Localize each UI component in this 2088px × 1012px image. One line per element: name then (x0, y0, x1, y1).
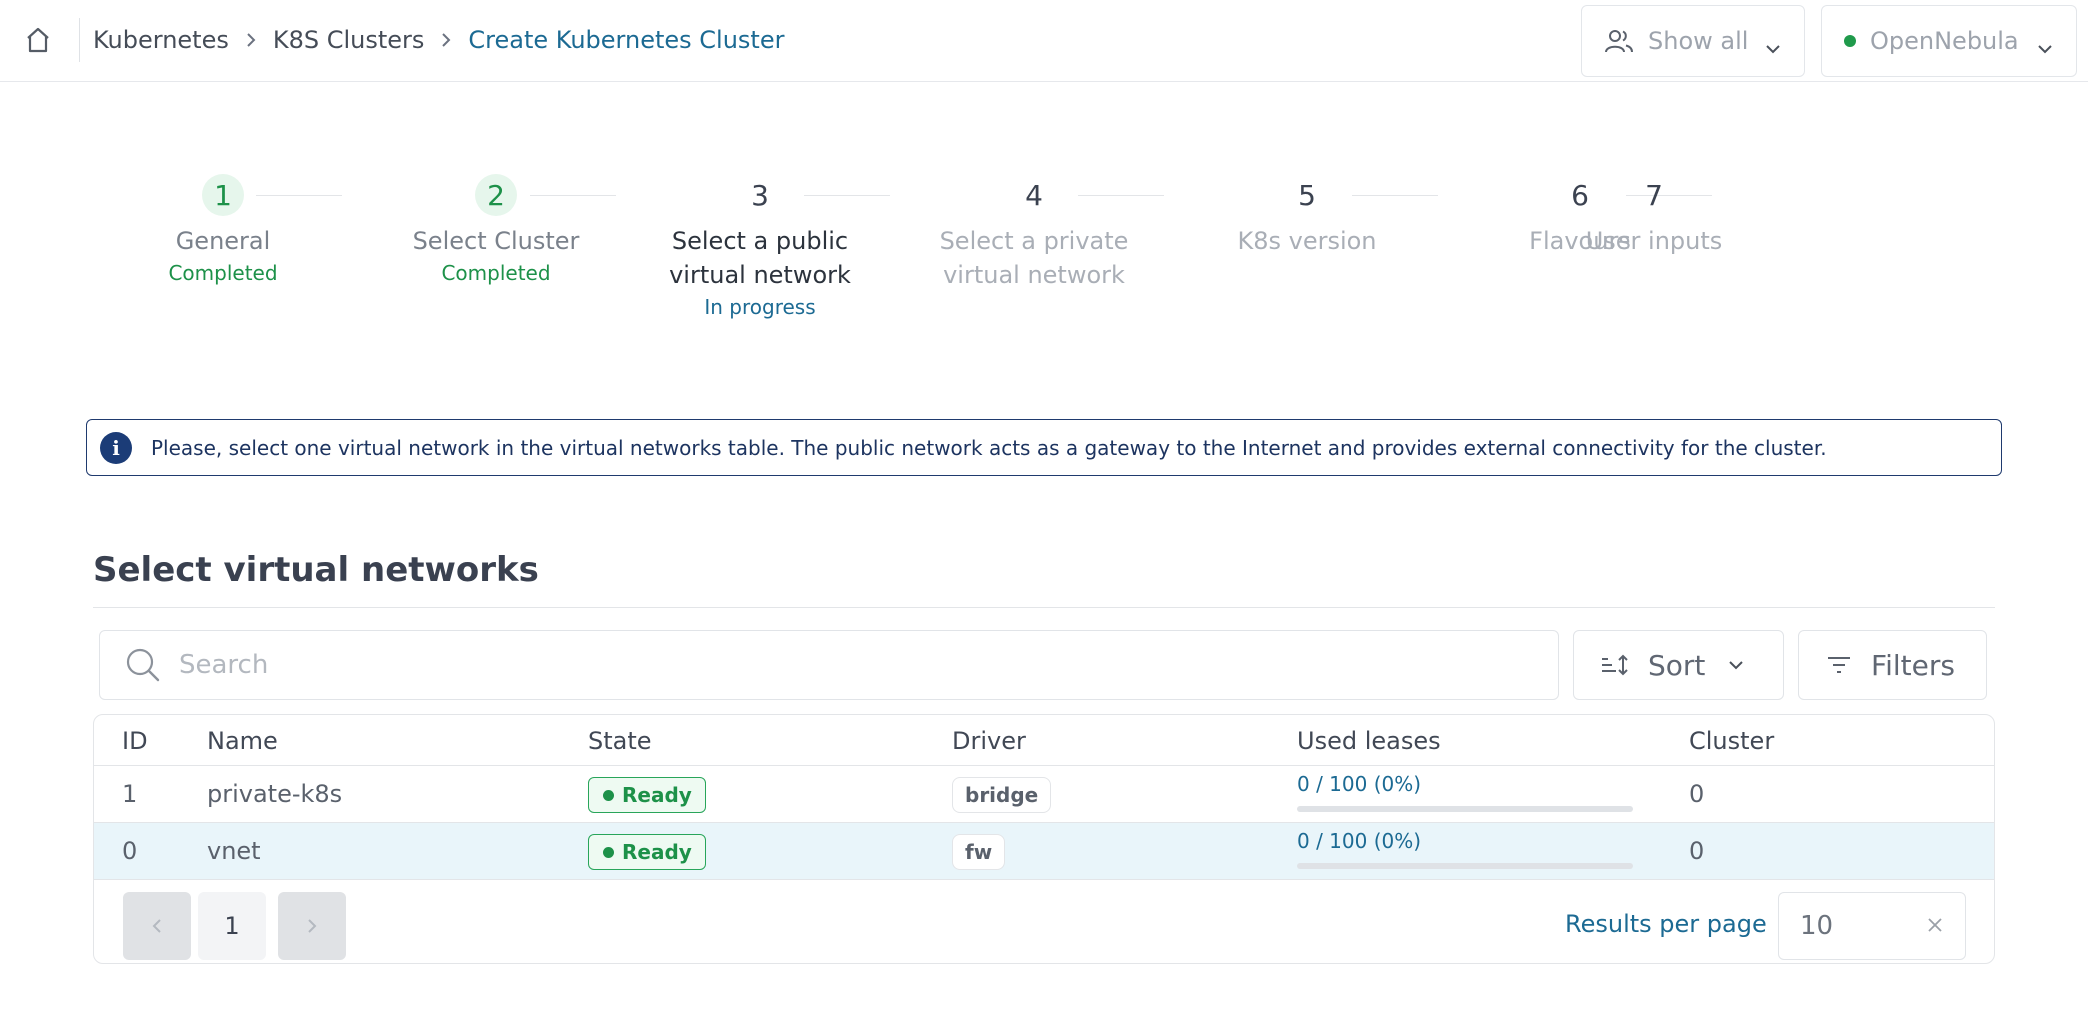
status-label: Ready (622, 783, 692, 807)
pagination: 1 Results per page 10 (94, 880, 1994, 963)
step-k8s-version[interactable]: 5 K8s version (1187, 170, 1427, 258)
step-number: 7 (1645, 178, 1663, 212)
users-icon (1605, 30, 1633, 53)
breadcrumb: Kubernetes K8S Clusters Create Kubernete… (93, 22, 784, 58)
step-select-cluster[interactable]: 2 Select Cluster Completed (376, 170, 616, 286)
column-header-state[interactable]: State (588, 727, 652, 755)
sort-icon (1602, 654, 1628, 676)
step-general[interactable]: 1 General Completed (103, 170, 343, 286)
stepper: 1 General Completed 2 Select Cluster Com… (90, 170, 1774, 330)
section-title: Select virtual networks (93, 550, 539, 590)
results-per-page-label: Results per page (1565, 910, 1767, 938)
cell-name: vnet (207, 837, 261, 865)
step-title: General (175, 227, 271, 255)
divider (93, 607, 1995, 608)
next-page-button[interactable] (278, 892, 346, 960)
used-leases: 0 / 100 (0%) (1297, 829, 1637, 869)
used-leases-text: 0 / 100 (0%) (1297, 829, 1422, 853)
cell-cluster: 0 (1689, 837, 1705, 865)
driver-badge: bridge (952, 777, 1052, 813)
used-leases-text: 0 / 100 (0%) (1297, 772, 1422, 796)
cell-name: private-k8s (207, 780, 343, 808)
step-public-network[interactable]: 3 Select a public virtual network In pro… (650, 170, 870, 320)
filters-label: Filters (1871, 648, 1955, 682)
previous-page-button[interactable] (123, 892, 191, 960)
driver-badge: fw (952, 834, 1006, 870)
step-title: Select a private virtual network (939, 227, 1129, 289)
column-header-cluster[interactable]: Cluster (1689, 727, 1774, 755)
used-leases-bar (1297, 863, 1633, 869)
chevron-right-icon (308, 919, 317, 933)
results-per-page-value: 10 (1800, 911, 1834, 941)
search-icon (126, 648, 160, 682)
home-button[interactable] (20, 22, 56, 58)
chevron-down-icon (1764, 33, 1782, 61)
divider (79, 18, 80, 62)
status-badge: Ready (588, 777, 706, 813)
step-number: 4 (1025, 178, 1043, 212)
status-badge: Ready (588, 834, 706, 870)
virtual-networks-table: ID Name State Driver Used leases Cluster… (93, 714, 1995, 964)
step-number: 5 (1298, 178, 1316, 212)
used-leases: 0 / 100 (0%) (1297, 772, 1637, 812)
page-number-button[interactable]: 1 (198, 892, 266, 960)
chevron-down-icon (2036, 33, 2054, 61)
chevron-down-icon (1727, 659, 1745, 671)
sort-label: Sort (1648, 648, 1706, 682)
info-banner: i Please, select one virtual network in … (86, 419, 2002, 476)
step-title: User inputs (1585, 227, 1723, 255)
cell-id: 1 (122, 780, 138, 808)
chevron-right-icon (440, 31, 452, 49)
filters-button[interactable]: Filters (1798, 630, 1987, 700)
step-number: 2 (475, 174, 517, 216)
status-dot (603, 846, 614, 858)
sort-button[interactable]: Sort (1573, 630, 1784, 700)
step-status: In progress (704, 295, 816, 319)
zone-label: OpenNebula (1870, 27, 2019, 55)
breadcrumb-kubernetes[interactable]: Kubernetes (93, 26, 229, 54)
search-input[interactable] (179, 650, 1479, 680)
step-number: 3 (751, 178, 769, 212)
clear-icon[interactable] (1927, 917, 1943, 937)
table-header: ID Name State Driver Used leases Cluster (94, 715, 1994, 766)
step-status: Completed (441, 261, 551, 285)
step-title: Select a public virtual network (669, 227, 851, 289)
step-private-network[interactable]: 4 Select a private virtual network (924, 170, 1144, 292)
results-per-page-select[interactable]: 10 (1778, 892, 1966, 960)
filter-icon (1828, 657, 1850, 673)
zone-selector-dropdown[interactable]: OpenNebula (1821, 5, 2077, 77)
info-icon: i (100, 431, 132, 464)
top-bar: Kubernetes K8S Clusters Create Kubernete… (0, 0, 2088, 82)
column-header-used-leases[interactable]: Used leases (1297, 727, 1441, 755)
column-header-driver[interactable]: Driver (952, 727, 1026, 755)
step-title: K8s version (1237, 227, 1377, 255)
step-status: Completed (168, 261, 278, 285)
table-row[interactable]: 0 vnet Ready fw 0 / 100 (0%) 0 (94, 823, 1994, 880)
step-user-inputs[interactable]: 7 User inputs (1534, 170, 1774, 258)
step-title: Select Cluster (412, 227, 580, 255)
status-dot (603, 789, 614, 801)
chevron-left-icon (152, 919, 161, 933)
group-filter-label: Show all (1648, 27, 1749, 55)
status-label: Ready (622, 840, 692, 864)
zone-status-dot (1844, 35, 1856, 47)
cell-cluster: 0 (1689, 780, 1705, 808)
table-row[interactable]: 1 private-k8s Ready bridge 0 / 100 (0%) … (94, 766, 1994, 823)
cell-id: 0 (122, 837, 138, 865)
used-leases-bar (1297, 806, 1633, 812)
home-icon (27, 27, 49, 53)
chevron-right-icon (245, 31, 257, 49)
column-header-name[interactable]: Name (207, 727, 278, 755)
breadcrumb-current: Create Kubernetes Cluster (468, 26, 785, 54)
breadcrumb-k8s-clusters[interactable]: K8S Clusters (273, 26, 425, 54)
step-number: 1 (202, 174, 244, 216)
column-header-id[interactable]: ID (122, 727, 148, 755)
group-filter-dropdown[interactable]: Show all (1581, 5, 1805, 77)
info-message: Please, select one virtual network in th… (151, 435, 1827, 460)
search-box[interactable] (99, 630, 1559, 700)
